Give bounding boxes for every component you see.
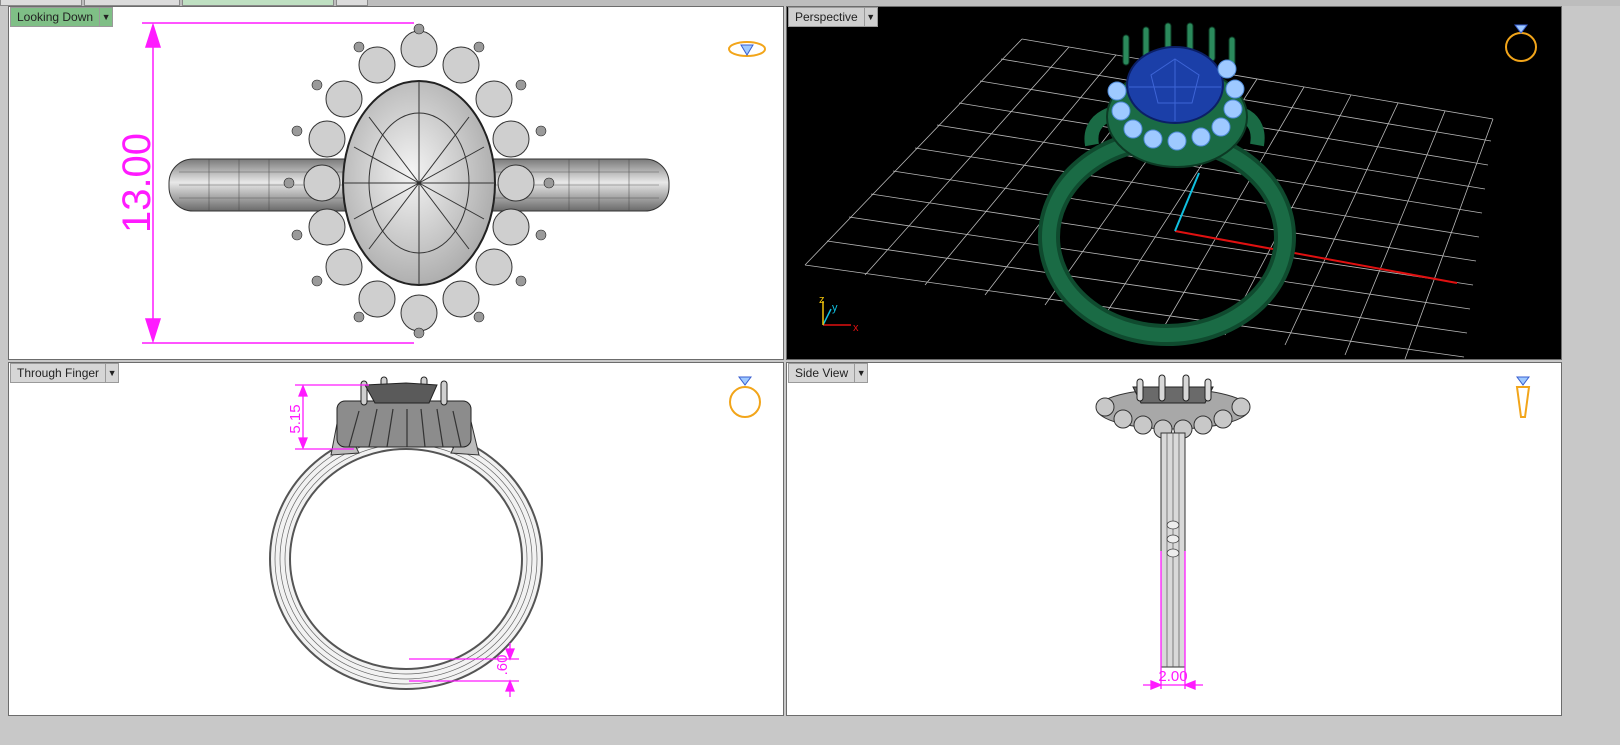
- chevron-down-icon[interactable]: ▼: [864, 7, 878, 27]
- viewport-title: Through Finger: [10, 363, 107, 383]
- viewport-title: Perspective: [788, 7, 865, 27]
- dimension-label-width: 13.00: [115, 133, 159, 233]
- viewport-label-through-finger[interactable]: Through Finger ▼: [10, 363, 120, 383]
- viewport-label-looking-down[interactable]: Looking Down ▼: [10, 7, 114, 27]
- ring-top-view-icon: [728, 41, 766, 57]
- viewport-side-view[interactable]: 2.00 Side View ▼: [786, 362, 1562, 716]
- ring-top-view-drawing: 13.00: [115, 22, 670, 344]
- axis-triad: x y z: [819, 294, 859, 334]
- axis-x-label: x: [853, 322, 859, 334]
- ring-perspective-drawing: x y z: [804, 22, 1494, 359]
- viewport-title: Side View: [788, 363, 856, 383]
- y-axis-line: [1174, 172, 1200, 232]
- ring-side-view-drawing: 2.00: [1095, 374, 1251, 690]
- viewport-through-finger[interactable]: 5.15 .60 Through Finger ▼: [8, 362, 784, 716]
- dimension-label-band-thickness: .60: [494, 655, 511, 676]
- viewport-label-side-view[interactable]: Side View ▼: [788, 363, 869, 383]
- ring-front-view-drawing: 5.15 .60: [269, 376, 543, 697]
- axis-z-label: z: [819, 294, 825, 306]
- chevron-down-icon[interactable]: ▼: [855, 363, 869, 383]
- x-axis-line: [1174, 230, 1458, 284]
- dimension-label-head-height: 5.15: [287, 404, 304, 433]
- axis-y-label: y: [832, 302, 838, 314]
- viewport-looking-down[interactable]: 13.00 Looking Down ▼: [8, 6, 784, 360]
- ring-front-view-icon: [729, 376, 761, 418]
- chevron-down-icon[interactable]: ▼: [106, 363, 120, 383]
- dimension-label-band-width: 2.00: [1158, 668, 1187, 685]
- ring-perspective-icon: [1505, 24, 1537, 62]
- viewport-title: Looking Down: [10, 7, 101, 27]
- chevron-down-icon[interactable]: ▼: [100, 7, 114, 27]
- viewport-perspective[interactable]: x y z Perspective ▼: [786, 6, 1562, 360]
- viewport-label-perspective[interactable]: Perspective ▼: [788, 7, 878, 27]
- ring-side-view-icon: [1515, 376, 1531, 418]
